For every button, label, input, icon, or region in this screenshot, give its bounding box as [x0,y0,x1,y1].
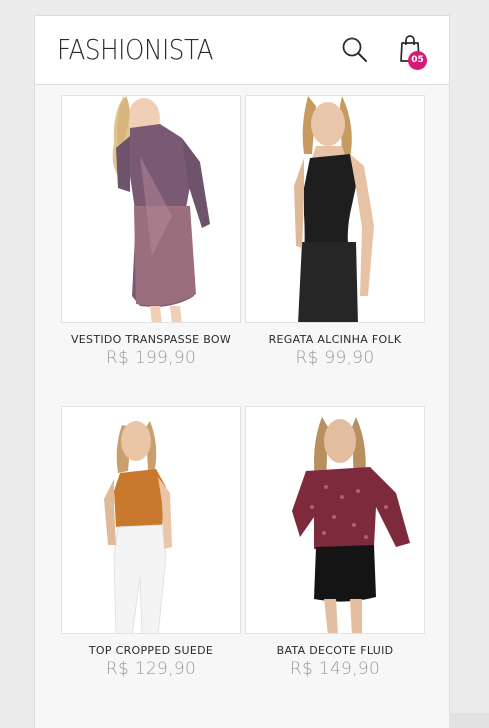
product-price: R$ 149,90 [289,659,381,679]
product-price: R$ 129,90 [105,659,197,679]
brand-logo[interactable]: FASHIONISTA [57,33,214,67]
search-icon [342,37,367,62]
product-card[interactable]: BATA DECOTE FLUID R$ 149,90 [245,406,425,679]
product-card[interactable]: TOP CROPPED SUEDE R$ 129,90 [61,406,241,679]
product-image[interactable] [61,406,241,634]
product-name: REGATA ALCINHA FOLK [268,333,402,346]
product-image[interactable] [245,406,425,634]
cart-count-badge: 05 [408,51,427,70]
product-card[interactable]: REGATA ALCINHA FOLK R$ 99,90 [245,95,425,368]
app-screen: FASHIONISTA 05 VESTIDO TRANSPASSE BOW R$… [34,15,450,728]
product-card[interactable]: VESTIDO TRANSPASSE BOW R$ 199,90 [61,95,241,368]
product-name: BATA DECOTE FLUID [276,644,394,657]
product-name: VESTIDO TRANSPASSE BOW [70,333,232,346]
product-price: R$ 99,90 [295,348,375,368]
search-button[interactable] [341,36,369,64]
cart-button[interactable]: 05 [397,34,433,70]
product-image[interactable] [245,95,425,323]
product-image[interactable] [61,95,241,323]
product-price: R$ 199,90 [105,348,197,368]
product-name: TOP CROPPED SUEDE [88,644,214,657]
scrollbar[interactable] [449,713,489,728]
top-bar: FASHIONISTA 05 [35,16,449,85]
